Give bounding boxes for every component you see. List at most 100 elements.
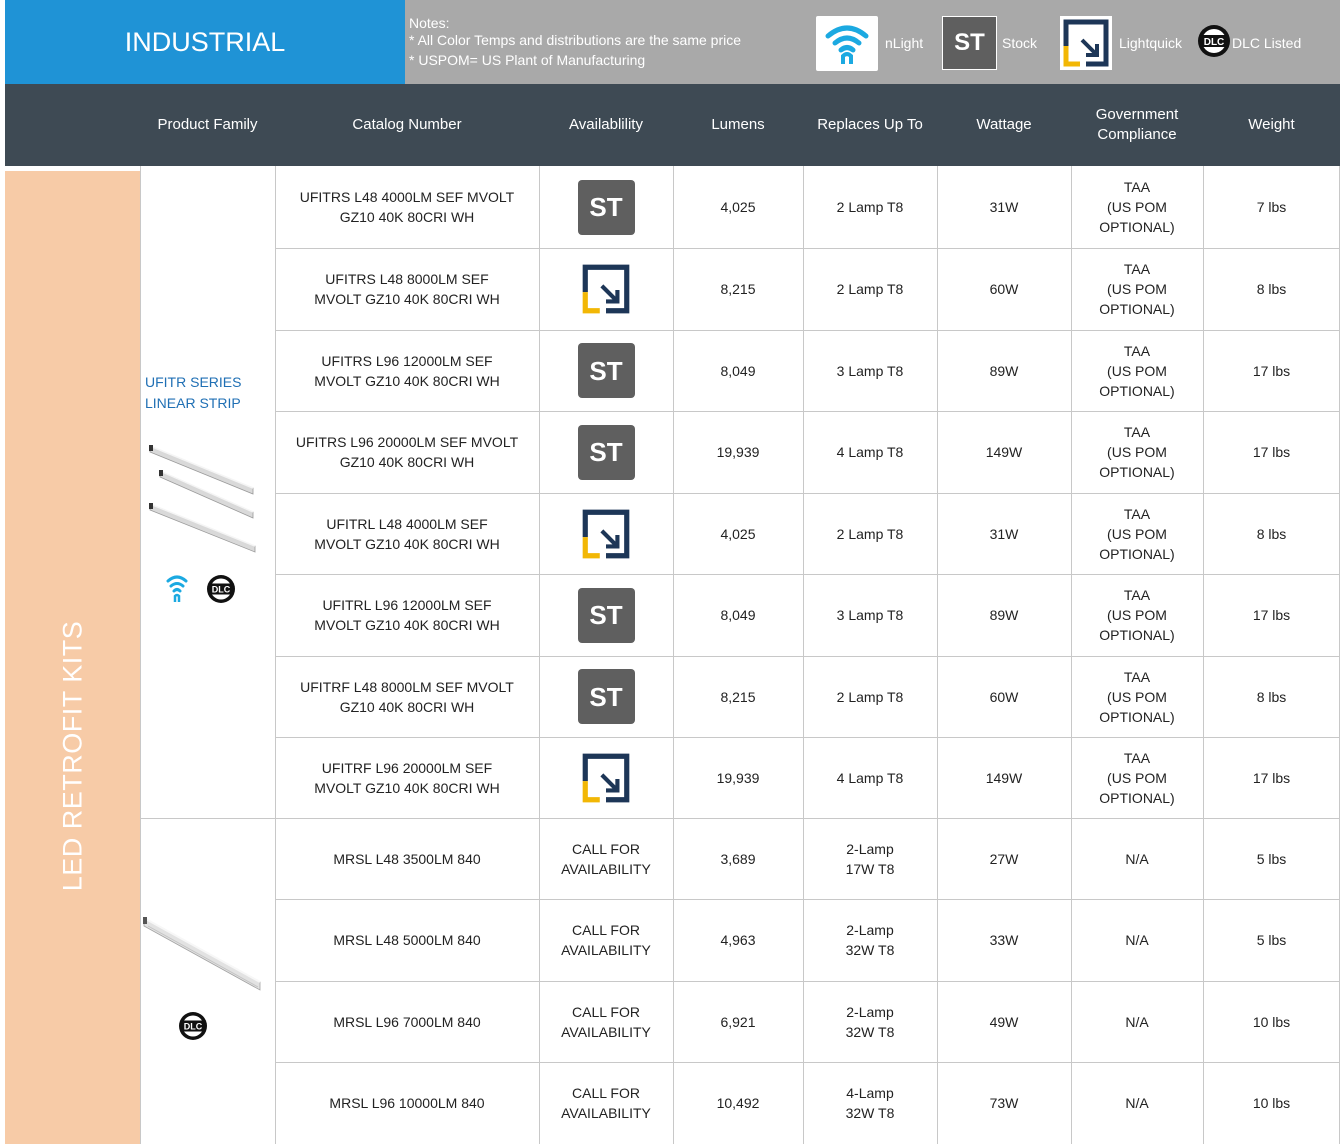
cell-availability: ST <box>539 574 673 656</box>
family-ufitr-line2: LINEAR STRIP <box>145 395 241 411</box>
cell-replaces-text: 2-Lamp <box>846 922 894 938</box>
cell-wattage: 73W <box>937 1062 1071 1144</box>
cell-wattage-text: 73W <box>989 1095 1019 1111</box>
cell-catalog-text: MRSL L48 5000LM 840 <box>333 932 481 948</box>
col-compliance-line1: Government <box>1095 106 1179 123</box>
cell-availability-text: AVAILABILITY <box>561 1023 651 1040</box>
cell-replaces-text: 2-Lamp <box>846 840 894 857</box>
cell-compliance: TAA (US POM OPTIONAL) <box>1071 574 1203 656</box>
cell-compliance-text: TAA <box>1123 179 1151 195</box>
cell-replaces-text: 4-Lamp <box>846 1085 894 1101</box>
lightquick-legend-label: Lightquick <box>1119 35 1183 51</box>
cell-lumens: 19,939 <box>673 411 803 493</box>
cell-replaces-text: 3 Lamp T8 <box>836 362 904 379</box>
cell-wattage-text: 60W <box>989 688 1019 705</box>
column-divider <box>140 166 141 1144</box>
dlc-legend-icon: DLC <box>1197 24 1231 58</box>
cell-weight: 10 lbs <box>1203 981 1340 1062</box>
cell-wattage: 31W <box>937 166 1071 248</box>
cell-lumens-text: 4,963 <box>720 932 756 948</box>
dlc-listed-icon: DLC <box>207 575 235 603</box>
cell-catalog-text: MVOLT GZ10 40K 80CRI WH <box>314 535 500 552</box>
cell-availability-text: CALL FOR <box>572 922 640 938</box>
cell-wattage: 149W <box>937 411 1071 493</box>
col-compliance-line2: Compliance <box>1097 126 1177 143</box>
cell-wattage: 49W <box>937 981 1071 1062</box>
cell-compliance-text: (US POM <box>1107 199 1167 215</box>
cell-compliance: N/A <box>1071 1062 1203 1144</box>
cell-compliance-text: TAA <box>1123 587 1151 603</box>
cell-lumens-text: 4,025 <box>720 525 756 542</box>
cell-weight: 17 lbs <box>1203 574 1340 656</box>
col-replaces: Replaces Up To <box>817 116 923 133</box>
cell-replaces: 2-Lamp 32W T8 <box>803 899 937 981</box>
cell-compliance: N/A <box>1071 818 1203 899</box>
cell-wattage-text: 31W <box>989 525 1019 542</box>
cell-catalog-text: MVOLT GZ10 40K 80CRI WH <box>314 617 500 633</box>
cell-availability: ST <box>539 330 673 411</box>
cell-weight-text: 8 lbs <box>1256 688 1287 705</box>
cell-weight-text: 17 lbs <box>1252 769 1291 786</box>
cell-replaces-text: 2 Lamp T8 <box>836 281 904 297</box>
cell-lumens: 4,025 <box>673 493 803 574</box>
col-catalog-number: Catalog Number <box>352 116 462 133</box>
nlight-legend-label: nLight <box>885 35 924 51</box>
cell-compliance-text: N/A <box>1125 1095 1149 1111</box>
ufitr-product-image <box>149 445 256 553</box>
cell-wattage-text: 89W <box>989 607 1019 623</box>
cell-catalog-text: GZ10 40K 80CRI WH <box>339 209 475 225</box>
cell-wattage: 31W <box>937 493 1071 574</box>
cell-compliance-text: OPTIONAL) <box>1099 382 1175 399</box>
cell-compliance-text: OPTIONAL) <box>1099 627 1175 643</box>
cell-wattage: 89W <box>937 330 1071 411</box>
cell-wattage: 60W <box>937 656 1071 737</box>
col-wattage: Wattage <box>976 116 1032 133</box>
stock-st-icon: ST <box>577 343 635 398</box>
cell-wattage-text: 89W <box>989 362 1019 379</box>
cell-replaces-text: 4 Lamp T8 <box>836 444 904 460</box>
cell-compliance: TAA (US POM OPTIONAL) <box>1071 493 1203 574</box>
cell-replaces-text: 2 Lamp T8 <box>836 688 904 705</box>
cell-replaces: 2 Lamp T8 <box>803 656 937 737</box>
cell-compliance: TAA (US POM OPTIONAL) <box>1071 330 1203 411</box>
cell-lumens: 19,939 <box>673 737 803 818</box>
cell-compliance: TAA (US POM OPTIONAL) <box>1071 411 1203 493</box>
stock-st-icon: ST <box>577 669 635 724</box>
cell-lumens: 8,215 <box>673 248 803 330</box>
cell-replaces-text: 2 Lamp T8 <box>836 199 904 215</box>
cell-weight: 8 lbs <box>1203 656 1340 737</box>
nlight-wifi-icon <box>825 25 869 64</box>
nlight-legend-icon <box>816 16 878 71</box>
lightquick-legend-icon <box>1060 16 1112 70</box>
cell-replaces-text: 2-Lamp <box>846 1003 894 1020</box>
cell-availability: ST <box>539 656 673 737</box>
cell-compliance-text: (US POM <box>1107 688 1167 705</box>
cell-weight: 7 lbs <box>1203 166 1340 248</box>
cell-replaces-text: 32W T8 <box>845 942 895 958</box>
cell-replaces-text: 3 Lamp T8 <box>836 607 904 623</box>
cell-replaces: 2-Lamp 17W T8 <box>803 818 937 899</box>
cell-weight-text: 8 lbs <box>1256 525 1287 542</box>
notes: Notes: * All Color Temps and distributio… <box>409 13 741 70</box>
cell-catalog-text: UFITRF L48 8000LM SEF MVOLT <box>300 678 514 695</box>
cell-lumens-text: 8,049 <box>720 362 756 379</box>
cell-availability <box>539 248 673 330</box>
cell-availability: CALL FOR AVAILABILITY <box>539 981 673 1062</box>
dlc-legend-label: DLC Listed <box>1232 35 1302 51</box>
cell-compliance-text: N/A <box>1125 850 1149 867</box>
cell-compliance-text: OPTIONAL) <box>1099 708 1175 725</box>
cell-wattage-text: 60W <box>989 281 1019 297</box>
cell-catalog-text: MVOLT GZ10 40K 80CRI WH <box>314 372 500 389</box>
dlc-text: DLC <box>1204 37 1225 48</box>
cell-compliance: TAA (US POM OPTIONAL) <box>1071 656 1203 737</box>
cell-weight-text: 7 lbs <box>1256 199 1287 215</box>
cell-wattage-text: 49W <box>989 1013 1019 1030</box>
family-ufitr-line1: UFITR SERIES <box>145 374 242 390</box>
cell-catalog: UFITRF L96 20000LM SEF MVOLT GZ10 40K 80C… <box>275 737 539 818</box>
cell-weight-text: 10 lbs <box>1252 1095 1291 1111</box>
cell-replaces-text: 17W T8 <box>845 860 895 877</box>
cell-compliance-text: (US POM <box>1107 769 1167 786</box>
cell-availability-text: CALL FOR <box>572 840 640 857</box>
cell-compliance-text: (US POM <box>1107 444 1167 460</box>
cell-availability: CALL FOR AVAILABILITY <box>539 1062 673 1144</box>
